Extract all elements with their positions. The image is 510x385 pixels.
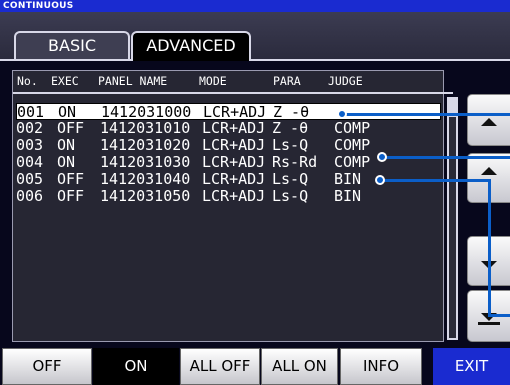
cell-para: Ls-Q	[272, 170, 309, 188]
cell-no: 005	[16, 170, 44, 188]
cell-judge: COMP	[334, 119, 371, 137]
connector-dot	[377, 152, 387, 162]
table-row[interactable]: 001 ON 1412031000 LCR+ADJ Z -θ	[16, 103, 441, 121]
cell-mode: LCR+ADJ	[202, 187, 266, 205]
header-judge: JUDGE	[328, 74, 363, 88]
tab-underline	[0, 59, 510, 61]
cell-no: 003	[16, 136, 44, 154]
header-divider	[13, 92, 453, 94]
header-exec: EXEC	[51, 74, 79, 88]
header-mode: MODE	[199, 74, 227, 88]
page-up-button[interactable]	[467, 94, 510, 146]
table-row[interactable]: 003 ON 1412031020 LCR+ADJ Ls-Q COMP	[16, 137, 441, 154]
scrollbar-track[interactable]	[447, 97, 458, 340]
cell-mode: LCR+ADJ	[202, 153, 266, 171]
connector-dot	[375, 175, 385, 185]
up-arrow-icon	[481, 167, 497, 175]
connector-line	[488, 314, 510, 317]
connector-line	[383, 156, 510, 159]
cell-exec: ON	[57, 136, 76, 154]
cell-judge: COMP	[334, 136, 371, 154]
cell-panel-name: 1412031040	[100, 170, 191, 188]
connector-line	[488, 179, 491, 316]
cell-panel-name: 1412031050	[100, 187, 191, 205]
cell-panel-name: 1412031030	[100, 153, 191, 171]
cell-exec: OFF	[57, 187, 85, 205]
tab-advanced[interactable]: ADVANCED	[131, 31, 251, 61]
cell-para: Z -θ	[272, 119, 309, 137]
header-panel-name: PANEL NAME	[98, 74, 168, 88]
tab-basic[interactable]: BASIC	[14, 31, 130, 61]
cell-mode: LCR+ADJ	[202, 136, 266, 154]
off-button[interactable]: OFF	[2, 348, 92, 385]
exit-button[interactable]: EXIT	[433, 348, 510, 385]
on-button[interactable]: ON	[93, 348, 179, 385]
cell-judge: COMP	[334, 153, 371, 171]
table-row[interactable]: 002 OFF 1412031010 LCR+ADJ Z -θ COMP	[16, 120, 441, 137]
connector-line	[381, 179, 491, 182]
panel-list: No. EXEC PANEL NAME MODE PARA JUDGE 001 …	[12, 70, 453, 342]
cell-mode: LCR+ADJ	[202, 119, 266, 137]
cell-no: 004	[16, 153, 44, 171]
header-no: No.	[17, 74, 38, 88]
all-on-button[interactable]: ALL ON	[261, 348, 338, 385]
info-button[interactable]: INFO	[340, 348, 422, 385]
cell-panel-name: 1412031020	[100, 136, 191, 154]
cell-exec: OFF	[57, 119, 85, 137]
all-off-button[interactable]: ALL OFF	[180, 348, 260, 385]
cell-panel-name: 1412031010	[100, 119, 191, 137]
cell-para: Rs-Rd	[272, 153, 318, 171]
connector-line	[343, 113, 510, 116]
cell-exec: OFF	[57, 170, 85, 188]
table-row[interactable]: 006 OFF 1412031050 LCR+ADJ Ls-Q BIN	[16, 188, 441, 205]
cell-exec: ON	[57, 153, 76, 171]
cell-no: 006	[16, 187, 44, 205]
cell-judge: BIN	[334, 187, 362, 205]
cell-mode: LCR+ADJ	[202, 170, 266, 188]
connector-dot	[337, 109, 347, 119]
header-para: PARA	[273, 74, 301, 88]
cell-no: 002	[16, 119, 44, 137]
window-title: CONTINUOUS	[0, 0, 510, 12]
cell-para: Ls-Q	[272, 136, 309, 154]
cell-para: Ls-Q	[272, 187, 309, 205]
cell-judge: BIN	[334, 170, 362, 188]
table-header: No. EXEC PANEL NAME MODE PARA JUDGE	[13, 71, 443, 91]
